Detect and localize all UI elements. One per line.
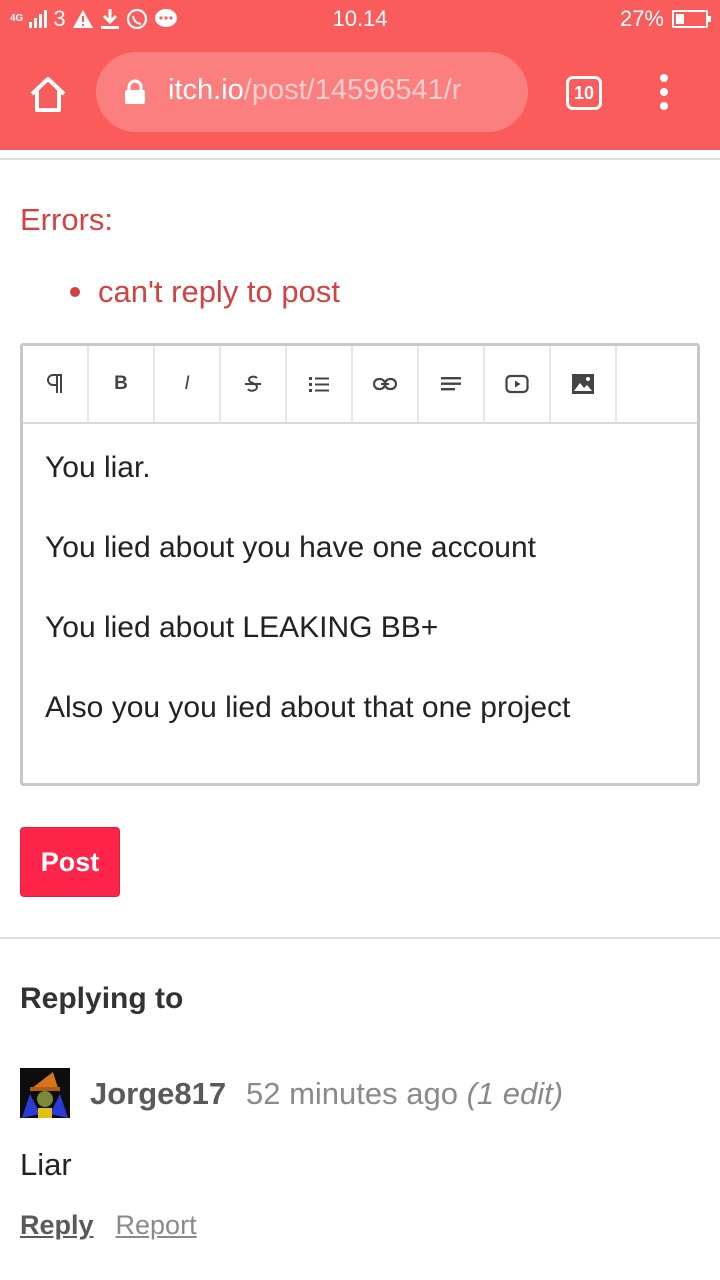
image-icon[interactable] — [551, 346, 617, 422]
reply-body: Liar — [20, 1147, 72, 1182]
editor-line: You lied about LEAKING BB+ — [45, 611, 439, 644]
list-icon[interactable] — [287, 346, 353, 422]
error-item: can't reply to post — [70, 274, 340, 310]
editor-line: You liar. — [45, 451, 151, 484]
overflow-menu-icon[interactable] — [656, 74, 672, 112]
editor-toolbar: B I — [23, 346, 697, 424]
align-icon[interactable] — [419, 346, 485, 422]
battery-level — [676, 14, 684, 24]
reply-editor[interactable]: B I You liar. You lied about you have on… — [20, 343, 700, 786]
post-button[interactable]: Post — [20, 827, 120, 897]
reply-time: 52 minutes ago — [246, 1076, 458, 1111]
link-icon[interactable] — [353, 346, 419, 422]
browser-chrome: 4G 3 10.14 27% itch.io/post/14596541/r 1… — [0, 0, 720, 150]
url-host: itch.io — [168, 74, 244, 106]
reply-actions: Reply Report — [20, 1210, 197, 1241]
divider — [0, 158, 720, 160]
paragraph-icon[interactable] — [23, 346, 89, 422]
video-icon[interactable] — [485, 346, 551, 422]
battery-percent: 27% — [619, 6, 664, 31]
bold-icon[interactable]: B — [89, 346, 155, 422]
italic-icon[interactable]: I — [155, 346, 221, 422]
url-path: /post/14596541/r — [243, 74, 462, 106]
reply-edit-note: (1 edit) — [466, 1076, 564, 1111]
lock-icon — [125, 79, 145, 104]
report-link[interactable]: Report — [116, 1210, 197, 1241]
status-bar: 4G 3 10.14 27% — [0, 0, 720, 38]
status-right: 27% — [619, 6, 711, 32]
strikethrough-icon[interactable] — [221, 346, 287, 422]
avatar[interactable] — [20, 1068, 70, 1118]
editor-line: Also you you lied about that one project — [45, 691, 571, 724]
editor-line: You lied about you have one account — [45, 531, 536, 564]
divider — [0, 937, 720, 939]
errors-list: can't reply to post — [70, 274, 340, 310]
reply-link[interactable]: Reply — [20, 1210, 94, 1241]
address-bar[interactable]: itch.io/post/14596541/r — [96, 52, 528, 132]
italic-label: I — [184, 373, 190, 394]
bold-label: B — [114, 373, 128, 394]
replying-heading: Replying to — [20, 982, 184, 1015]
url-text: itch.io/post/14596541/r — [168, 74, 518, 107]
reply-author[interactable]: Jorge817 — [90, 1076, 226, 1112]
battery-icon — [672, 10, 711, 28]
tab-switcher-button[interactable]: 10 — [566, 76, 602, 110]
clock: 10.14 — [332, 6, 388, 31]
home-icon[interactable] — [28, 74, 68, 114]
editor-content[interactable]: You liar. You lied about you have one ac… — [23, 424, 697, 796]
errors-heading: Errors: — [20, 202, 113, 237]
reply-meta: 52 minutes ago (1 edit) — [246, 1076, 563, 1112]
